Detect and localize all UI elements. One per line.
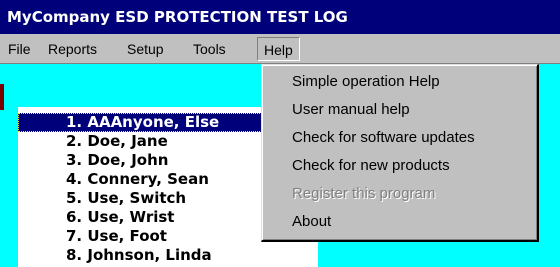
menu-reports[interactable]: Reports [42,37,103,61]
menu-setup[interactable]: Setup [121,37,170,61]
menu-item-register-program: Register this program [292,185,436,202]
list-item[interactable]: 8. Johnson, Linda [18,246,318,265]
help-dropdown-menu: Simple operation Help User manual help C… [261,64,539,242]
menu-item-check-software-updates[interactable]: Check for software updates [292,126,475,150]
menu-help[interactable]: Help [257,37,300,61]
window-title-bar: MyCompany ESD PROTECTION TEST LOG [0,0,560,34]
window-title: MyCompany ESD PROTECTION TEST LOG [7,8,348,26]
partial-control-edge [0,84,4,110]
menu-item-user-manual-help[interactable]: User manual help [292,98,410,122]
menu-item-about[interactable]: About [292,210,331,234]
menu-item-check-new-products[interactable]: Check for new products [292,154,450,178]
menu-item-simple-operation-help[interactable]: Simple operation Help [292,70,440,94]
menu-bar: File Reports Setup Tools Help [0,34,560,64]
menu-tools[interactable]: Tools [187,37,232,61]
menu-file[interactable]: File [2,37,37,61]
